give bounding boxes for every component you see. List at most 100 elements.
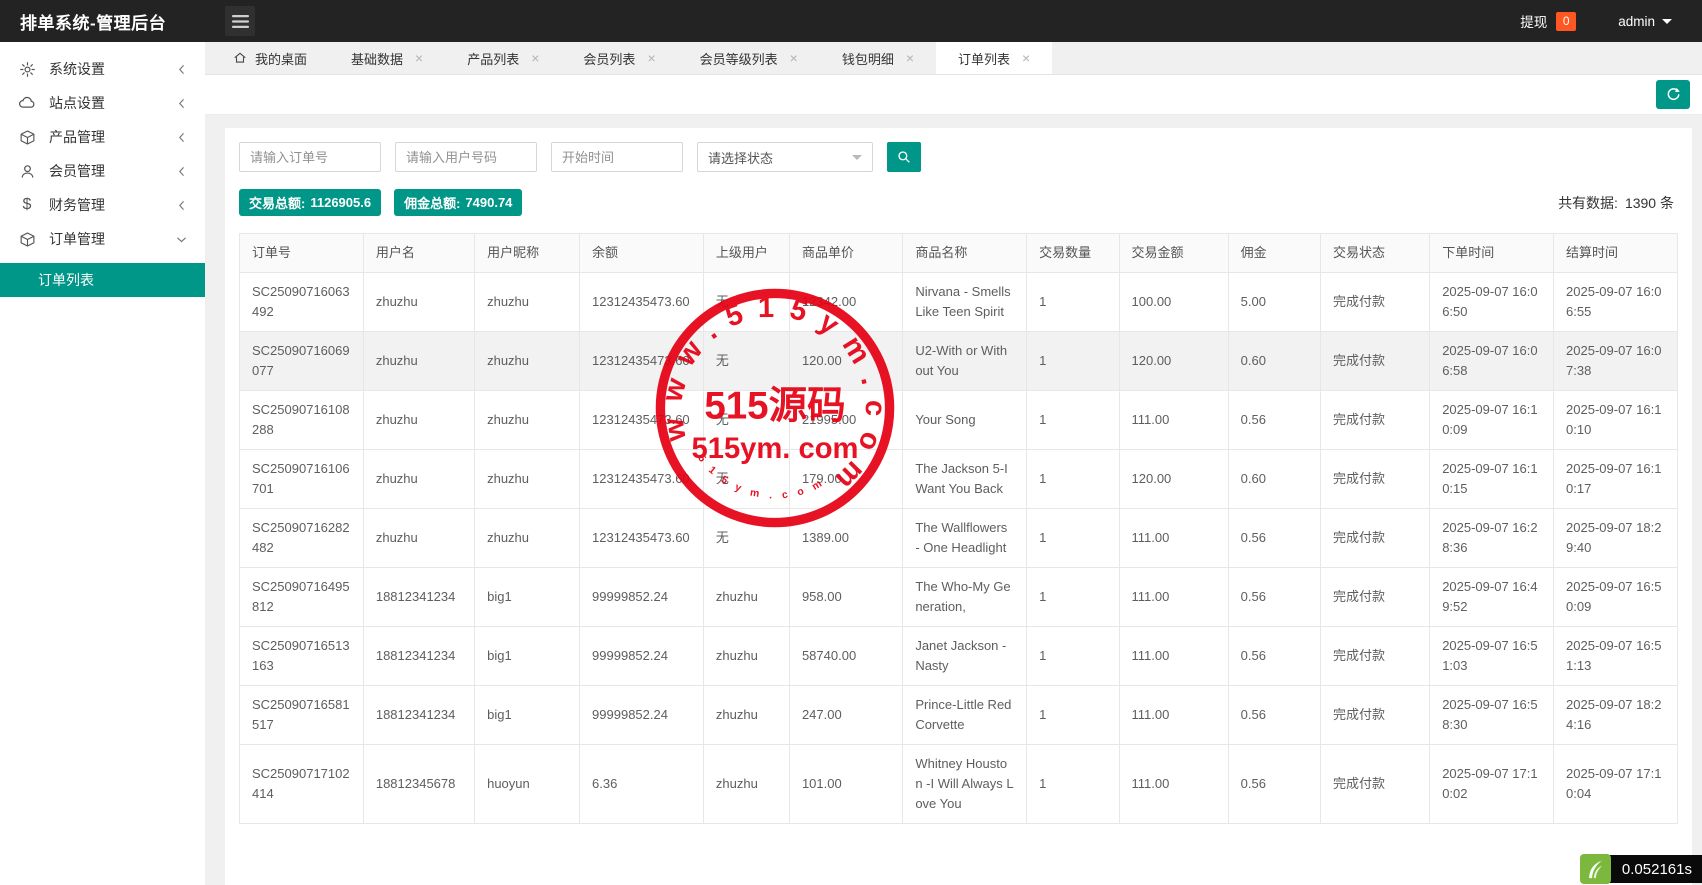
tab[interactable]: 我的桌面 ×: [211, 42, 329, 74]
column-header: 交易状态: [1321, 234, 1430, 273]
tab[interactable]: 钱包明细 ×: [820, 42, 936, 74]
nickname-cell: huoyun: [475, 745, 580, 824]
user-menu[interactable]: admin: [1618, 14, 1672, 29]
page-body: 请选择状态 交易总额: 1126905.6: [205, 115, 1702, 885]
sidebar-item-order-list-active[interactable]: 订单列表: [0, 263, 205, 297]
commission-cell: 0.56: [1228, 568, 1320, 627]
product-cell: The Who-My Generation,: [903, 568, 1027, 627]
tab[interactable]: 订单列表 ×: [936, 42, 1052, 74]
amount-cell: 111.00: [1119, 745, 1228, 824]
chevron-left-icon: [174, 164, 189, 179]
sidebar-item-finance-management[interactable]: $ 财务管理: [0, 188, 205, 222]
refresh-icon: [1665, 86, 1682, 103]
product-cell: Your Song: [903, 391, 1027, 450]
commission-cell: 0.56: [1228, 509, 1320, 568]
refresh-button[interactable]: [1656, 80, 1690, 109]
amount-cell: 120.00: [1119, 450, 1228, 509]
column-header: 订单号: [240, 234, 364, 273]
order-time-cell: 2025-09-07 16:58:30: [1430, 686, 1554, 745]
username-cell: 18812341234: [363, 627, 474, 686]
withdraw-count-badge: 0: [1556, 12, 1576, 31]
balance-cell: 99999852.24: [580, 568, 704, 627]
table-row: SC25090717102414 18812345678 huoyun 6.36…: [240, 745, 1678, 824]
tab-label: 产品列表: [467, 49, 519, 68]
order-no-cell: SC25090717102414: [240, 745, 364, 824]
column-header: 上级用户: [703, 234, 789, 273]
close-icon[interactable]: ×: [647, 51, 655, 65]
price-cell: 101.00: [789, 745, 902, 824]
sidebar-item-product-management[interactable]: 产品管理: [0, 120, 205, 154]
close-icon[interactable]: ×: [531, 51, 539, 65]
chevron-left-icon: [174, 96, 189, 111]
qty-cell: 1: [1027, 509, 1119, 568]
search-button[interactable]: [887, 142, 921, 172]
close-icon[interactable]: ×: [906, 51, 914, 65]
order-time-cell: 2025-09-07 16:49:52: [1430, 568, 1554, 627]
balance-cell: 12312435473.60: [580, 391, 704, 450]
product-cell: The Wallflowers - One Headlight: [903, 509, 1027, 568]
order-no-cell: SC25090716106701: [240, 450, 364, 509]
commission-cell: 0.56: [1228, 686, 1320, 745]
price-cell: 247.00: [789, 686, 902, 745]
status-cell: 完成付款: [1321, 745, 1430, 824]
column-header: 余额: [580, 234, 704, 273]
parent-cell: 无: [703, 391, 789, 450]
sidebar-item-member-management[interactable]: 会员管理: [0, 154, 205, 188]
column-header: 交易数量: [1027, 234, 1119, 273]
settle-time-cell: 2025-09-07 18:24:16: [1554, 686, 1678, 745]
nickname-cell: zhuzhu: [475, 332, 580, 391]
column-header: 用户昵称: [475, 234, 580, 273]
sidebar-item-system-settings[interactable]: 系统设置: [0, 52, 205, 86]
product-cell: Janet Jackson - Nasty: [903, 627, 1027, 686]
tab[interactable]: 会员列表 ×: [561, 42, 677, 74]
order-list-card: 请选择状态 交易总额: 1126905.6: [225, 128, 1692, 885]
exec-time-badge: 0.052161s: [1608, 855, 1702, 883]
settle-time-cell: 2025-09-07 16:10:17: [1554, 450, 1678, 509]
qty-cell: 1: [1027, 568, 1119, 627]
column-header: 用户名: [363, 234, 474, 273]
trade-total-badge: 交易总额: 1126905.6: [239, 189, 381, 216]
tab[interactable]: 会员等级列表 ×: [678, 42, 820, 74]
sidebar-toggle-button[interactable]: [225, 6, 255, 36]
table-header-row: 订单号 用户名 用户昵称 余额 上级用户 商品单价: [240, 234, 1678, 273]
tab[interactable]: 产品列表 ×: [445, 42, 561, 74]
withdraw-menu-item[interactable]: 提现 0: [1520, 11, 1576, 31]
order-no-cell: SC25090716108288: [240, 391, 364, 450]
order-no-cell: SC25090716513163: [240, 627, 364, 686]
parent-cell: zhuzhu: [703, 686, 789, 745]
topbar-right: 提现 0 admin: [1520, 11, 1702, 31]
balance-cell: 12312435473.60: [580, 450, 704, 509]
nickname-cell: big1: [475, 686, 580, 745]
sidebar-item-order-management[interactable]: 订单管理: [0, 222, 205, 256]
order-time-cell: 2025-09-07 17:10:02: [1430, 745, 1554, 824]
user-no-input[interactable]: [395, 142, 537, 172]
nickname-cell: big1: [475, 627, 580, 686]
status-cell: 完成付款: [1321, 273, 1430, 332]
close-icon[interactable]: ×: [790, 51, 798, 65]
amount-cell: 111.00: [1119, 391, 1228, 450]
product-cell: The Jackson 5-I Want You Back: [903, 450, 1027, 509]
app-title: 排单系统-管理后台: [0, 9, 205, 34]
sidebar-item-site-settings[interactable]: 站点设置: [0, 86, 205, 120]
balance-cell: 99999852.24: [580, 627, 704, 686]
price-cell: 1389.00: [789, 509, 902, 568]
start-time-input[interactable]: [551, 142, 683, 172]
order-no-input[interactable]: [239, 142, 381, 172]
status-cell: 完成付款: [1321, 332, 1430, 391]
qty-cell: 1: [1027, 273, 1119, 332]
status-select[interactable]: 请选择状态: [697, 142, 873, 172]
balance-cell: 12312435473.60: [580, 332, 704, 391]
orders-table: 订单号 用户名 用户昵称 余额 上级用户 商品单价: [239, 233, 1678, 824]
tab[interactable]: 基础数据 ×: [329, 42, 445, 74]
commission-cell: 5.00: [1228, 273, 1320, 332]
order-no-cell: SC25090716063492: [240, 273, 364, 332]
close-icon[interactable]: ×: [415, 51, 423, 65]
order-time-cell: 2025-09-07 16:06:50: [1430, 273, 1554, 332]
column-header: 结算时间: [1554, 234, 1678, 273]
sidebar-item-label: 系统设置: [49, 59, 174, 79]
column-header: 商品名称: [903, 234, 1027, 273]
settle-time-cell: 2025-09-07 17:10:04: [1554, 745, 1678, 824]
price-cell: 12342.00: [789, 273, 902, 332]
close-icon[interactable]: ×: [1022, 51, 1030, 65]
settle-time-cell: 2025-09-07 16:06:55: [1554, 273, 1678, 332]
